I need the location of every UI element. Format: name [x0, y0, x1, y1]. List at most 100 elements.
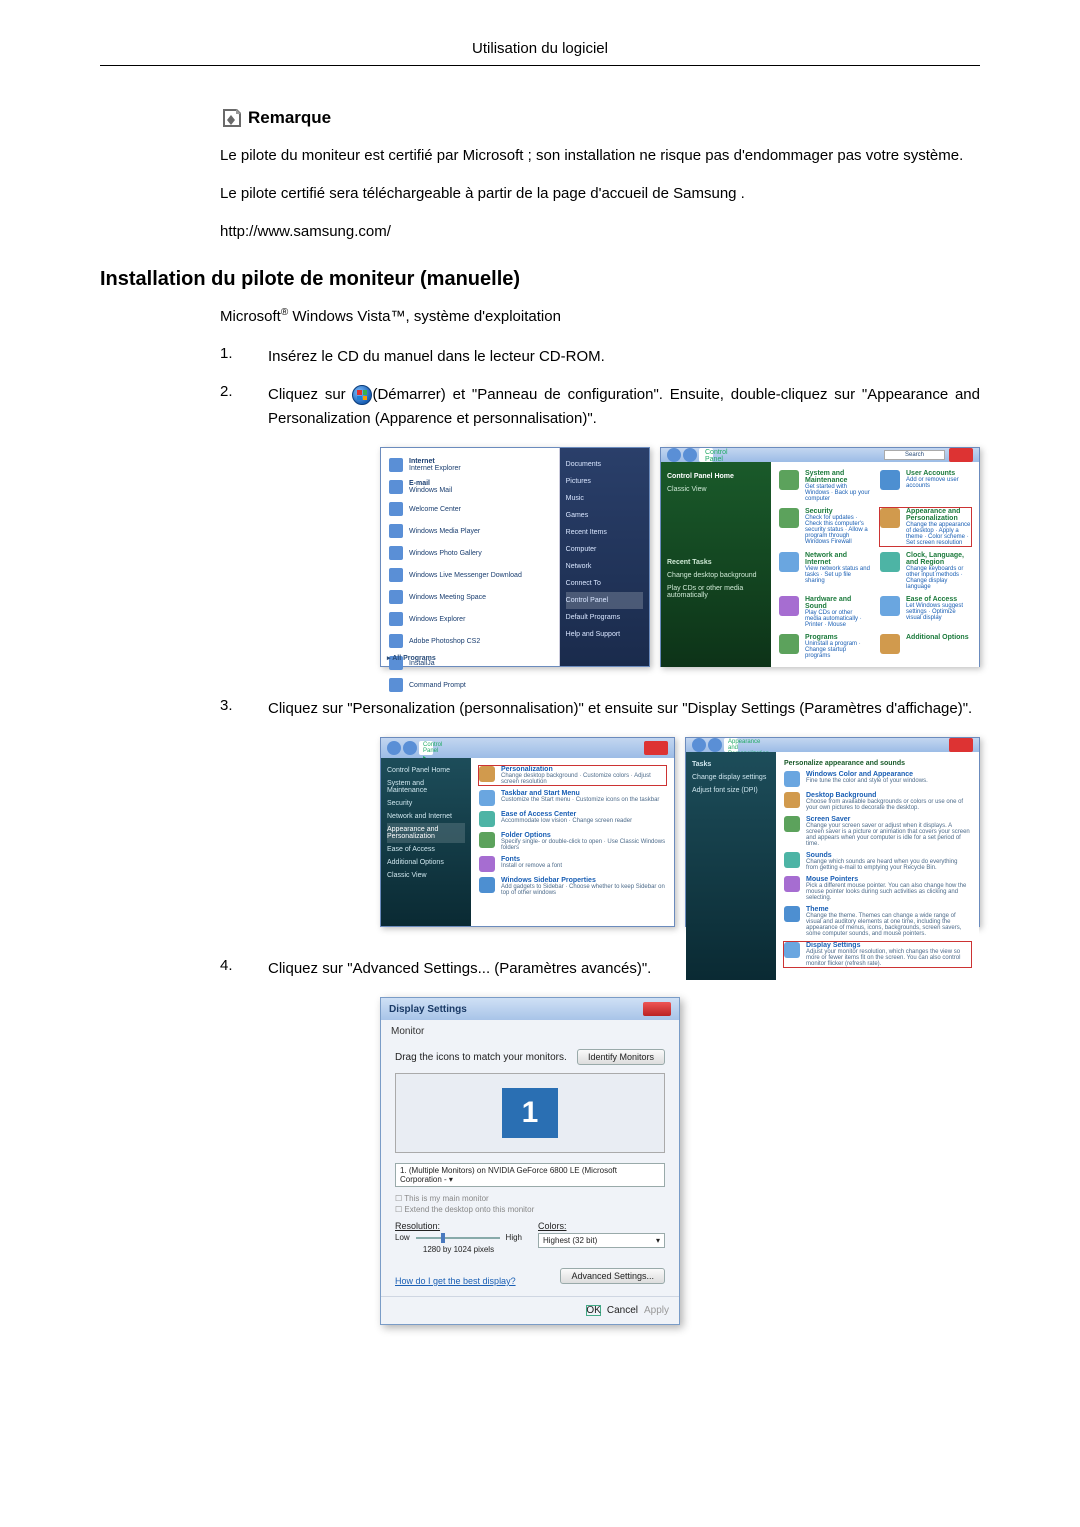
cp-system: System and Maintenance: [805, 470, 870, 484]
mail-icon: [389, 480, 403, 494]
pp-mouse: Mouse Pointers: [806, 876, 971, 883]
pp-color-d: Fine tune the color and style of your wi…: [806, 778, 928, 784]
monitor-1-box: 1: [502, 1088, 558, 1138]
pp-side-tasks: Tasks: [692, 758, 770, 771]
cp-system-d: Get started with Windows · Back up your …: [805, 484, 870, 502]
ds-hint: Drag the icons to match your monitors.: [395, 1052, 567, 1063]
apply-button[interactable]: Apply: [644, 1305, 669, 1316]
os-subheading: Microsoft® Windows Vista™, système d'exp…: [220, 307, 980, 325]
cp-user-d: Add or remove user accounts: [906, 477, 971, 489]
os-vista: Windows Vista™: [288, 308, 405, 325]
ok-button[interactable]: OK: [586, 1305, 600, 1316]
ap-breadcrumb: Control Panel ▸ Appearance and Personali…: [419, 741, 433, 755]
clock-icon: [880, 552, 900, 572]
pp-display: Display Settings: [806, 942, 971, 949]
monitor-select[interactable]: 1. (Multiple Monitors) on NVIDIA GeForce…: [395, 1163, 665, 1187]
start-gallery: Windows Photo Gallery: [409, 550, 482, 557]
page-header: Utilisation du logiciel: [100, 40, 980, 66]
ap-side-system: System and Maintenance: [387, 777, 465, 797]
step-2: 2. Cliquez sur (Démarrer) et "Panneau de…: [220, 383, 980, 431]
ds-check2-label: Extend the desktop onto this monitor: [404, 1205, 534, 1214]
start-cmd: Command Prompt: [409, 682, 466, 689]
step-4-num: 4.: [220, 957, 244, 981]
section-heading: Installation du pilote de moniteur (manu…: [100, 268, 980, 291]
cp-network: Network and Internet: [805, 552, 870, 566]
remarque-url: http://www.samsung.com/: [220, 220, 980, 244]
start-allprograms: All Programs: [392, 655, 436, 662]
nav-fwd-icon: [708, 738, 722, 752]
messenger-icon: [389, 568, 403, 582]
advanced-settings-button[interactable]: Advanced Settings...: [560, 1268, 665, 1284]
ap-side-home: Control Panel Home: [387, 764, 465, 777]
start-mediaplayer: Windows Media Player: [409, 528, 480, 535]
colors-label: Colors:: [538, 1221, 665, 1231]
os-prefix: Microsoft: [220, 308, 281, 325]
theme-icon: [784, 906, 800, 922]
ap-personalization-d: Change desktop background · Customize co…: [501, 773, 666, 785]
pp-color: Windows Color and Appearance: [806, 771, 928, 778]
ap-folder-d: Specify single- or double-click to open …: [501, 839, 666, 851]
ap-folder: Folder Options: [501, 832, 666, 839]
resolution-value: 1280 by 1024 pixels: [395, 1245, 522, 1254]
fonts-icon: [479, 856, 495, 872]
step-1-num: 1.: [220, 345, 244, 369]
display-settings-dialog: Display Settings Monitor Drag the icons …: [380, 997, 680, 1325]
step-2-screenshots: InternetInternet Explorer E-mailWindows …: [380, 447, 980, 667]
start-menu-screenshot: InternetInternet Explorer E-mailWindows …: [380, 447, 650, 667]
pp-sounds-d: Change which sounds are heard when you d…: [806, 859, 971, 871]
resolution-slider[interactable]: Low High: [395, 1233, 522, 1242]
start-games: Games: [566, 507, 643, 524]
appearance-screenshot: Control Panel ▸ Appearance and Personali…: [380, 737, 675, 927]
ds-tab-monitor: Monitor: [381, 1020, 679, 1039]
wmp-icon: [389, 524, 403, 538]
ds-title-text: Display Settings: [389, 1004, 467, 1015]
cp-network-d: View network status and tasks · Set up f…: [805, 566, 870, 584]
bg-icon: [784, 792, 800, 808]
ap-ease-d: Accommodate low vision · Change screen r…: [501, 818, 632, 824]
ease-icon: [880, 596, 900, 616]
cp-side-classic: Classic View: [667, 483, 765, 496]
ap-fonts: Fonts: [501, 856, 562, 863]
start-computer: Computer: [566, 541, 643, 558]
identify-monitors-button[interactable]: Identify Monitors: [577, 1049, 665, 1065]
cancel-button[interactable]: Cancel: [607, 1305, 638, 1316]
ap-side-additional: Additional Options: [387, 856, 465, 869]
os-suffix: , système d'exploitation: [405, 308, 560, 325]
pp-bg-d: Choose from available backgrounds or col…: [806, 799, 971, 811]
personalization-icon: [479, 766, 495, 782]
remarque-block: Remarque Le pilote du moniteur est certi…: [220, 106, 980, 244]
nav-fwd-icon: [403, 741, 417, 755]
start-internet: Internet: [409, 458, 435, 465]
start-docs: Documents: [566, 456, 643, 473]
cp-side-bg: Change desktop background: [667, 569, 765, 582]
start-orb-icon: [352, 385, 372, 405]
display-icon: [784, 942, 800, 958]
cp-side-home: Control Panel Home: [667, 470, 765, 483]
personalization-screenshot: Appearance and Personalization ▸ Persona…: [685, 737, 980, 927]
slider-high: High: [506, 1233, 522, 1242]
pp-sounds: Sounds: [806, 852, 971, 859]
user-icon: [880, 470, 900, 490]
step-4-screenshot: Display Settings Monitor Drag the icons …: [380, 997, 980, 1325]
start-network: Network: [566, 558, 643, 575]
nav-back-icon: [667, 448, 681, 462]
start-explorer: Windows Explorer: [409, 616, 465, 623]
start-controlpanel: Control Panel: [566, 592, 643, 609]
photoshop-icon: [389, 634, 403, 648]
sounds-icon: [784, 852, 800, 868]
pp-side-display: Change display settings: [692, 771, 770, 784]
main-monitor-checkbox: ☐ This is my main monitor: [395, 1193, 665, 1204]
step-2-text: Cliquez sur (Démarrer) et "Panneau de co…: [268, 383, 980, 431]
cp-clock: Clock, Language, and Region: [906, 552, 971, 566]
start-default: Default Programs: [566, 609, 643, 626]
gallery-icon: [389, 546, 403, 560]
best-display-link[interactable]: How do I get the best display?: [395, 1276, 516, 1286]
cp-security: Security: [805, 508, 870, 515]
start-email-sub: Windows Mail: [409, 487, 452, 494]
cp-user: User Accounts: [906, 470, 971, 477]
additional-icon: [880, 634, 900, 654]
colors-dropdown[interactable]: Highest (32 bit)▾: [538, 1233, 665, 1248]
pp-side-font: Adjust font size (DPI): [692, 784, 770, 797]
remarque-p2: Le pilote certifié sera téléchargeable à…: [220, 182, 980, 206]
cp-hardware: Hardware and Sound: [805, 596, 870, 610]
